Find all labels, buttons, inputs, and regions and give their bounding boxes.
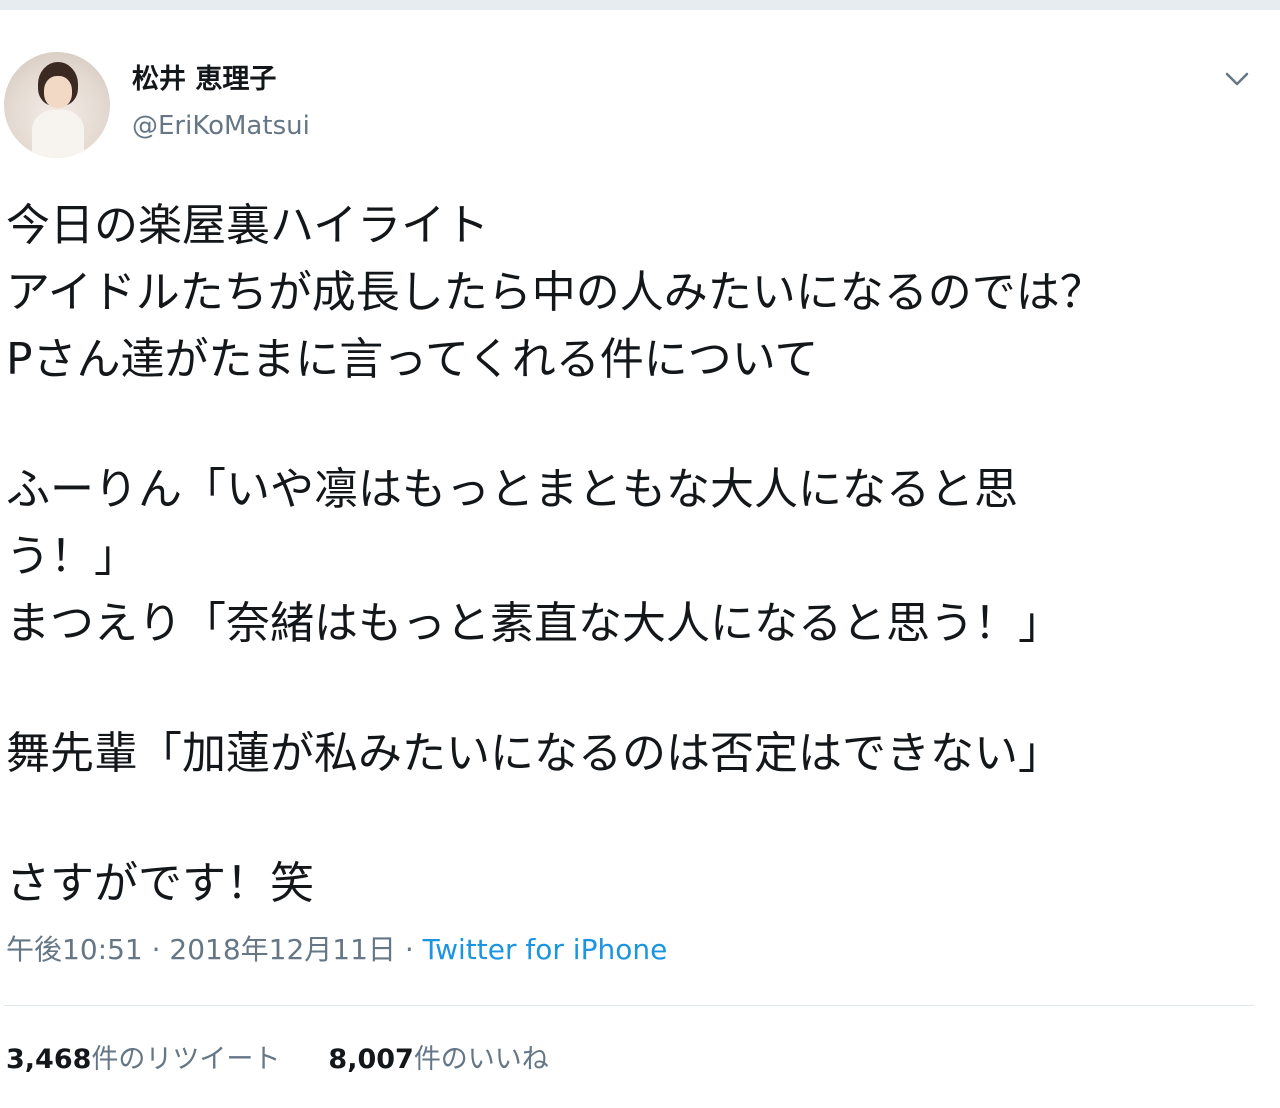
tweet-source-link[interactable]: Twitter for iPhone xyxy=(423,933,668,966)
like-count: 8,007 xyxy=(328,1044,414,1075)
tweet-time[interactable]: 午後10:51 xyxy=(6,933,143,966)
tweet-text-blank-line xyxy=(6,393,1256,456)
avatar[interactable] xyxy=(4,52,110,158)
retweet-count: 3,468 xyxy=(6,1044,92,1075)
meta-separator: · xyxy=(395,933,423,966)
tweet-text-line: Pさん達がたまに言ってくれる件について xyxy=(6,334,819,385)
tweet-text: 今日の楽屋裏ハイライト アイドルたちが成長したら中の人みたいになるのでは？ Pさ… xyxy=(6,192,1256,917)
author-display-name[interactable]: 松井 恵理子 xyxy=(132,62,276,98)
avatar-body xyxy=(32,110,84,158)
tweet-text-line: う！」 xyxy=(6,531,138,582)
retweet-label: 件のリツイート xyxy=(91,1044,281,1075)
like-label: 件のいいね xyxy=(413,1044,549,1075)
retweet-stat[interactable]: 3,468件のリツイート xyxy=(6,1040,280,1080)
like-stat[interactable]: 8,007件のいいね xyxy=(328,1040,548,1080)
tweet-text-line: 舞先輩「加蓮が私みたいになるのは否定はできない」 xyxy=(6,728,1062,779)
tweet-text-line: 今日の楽屋裏ハイライト xyxy=(6,200,490,251)
tweet-metadata: 午後10:51 · 2018年12月11日 · Twitter for iPho… xyxy=(6,930,667,970)
author-handle[interactable]: @EriKoMatsui xyxy=(132,108,310,144)
tweet-text-line: まつえり「奈緒はもっと素直な大人になると思う！」 xyxy=(6,598,1062,649)
tweet-text-blank-line xyxy=(6,787,1256,850)
avatar-face xyxy=(44,76,72,108)
top-border xyxy=(0,0,1280,10)
tweet-text-blank-line xyxy=(6,657,1256,720)
tweet-text-line: アイドルたちが成長したら中の人みたいになるのでは？ xyxy=(6,267,1104,318)
tweet-text-line: ふーりん「いや凛はもっとまともな大人になると思 xyxy=(6,464,1018,515)
divider xyxy=(4,1005,1254,1006)
chevron-down-icon[interactable] xyxy=(1222,64,1252,94)
tweet-stats: 3,468件のリツイート 8,007件のいいね xyxy=(6,1040,549,1080)
meta-separator: · xyxy=(142,933,170,966)
tweet-date[interactable]: 2018年12月11日 xyxy=(169,933,396,966)
tweet-text-line: さすがです！笑 xyxy=(6,858,314,909)
